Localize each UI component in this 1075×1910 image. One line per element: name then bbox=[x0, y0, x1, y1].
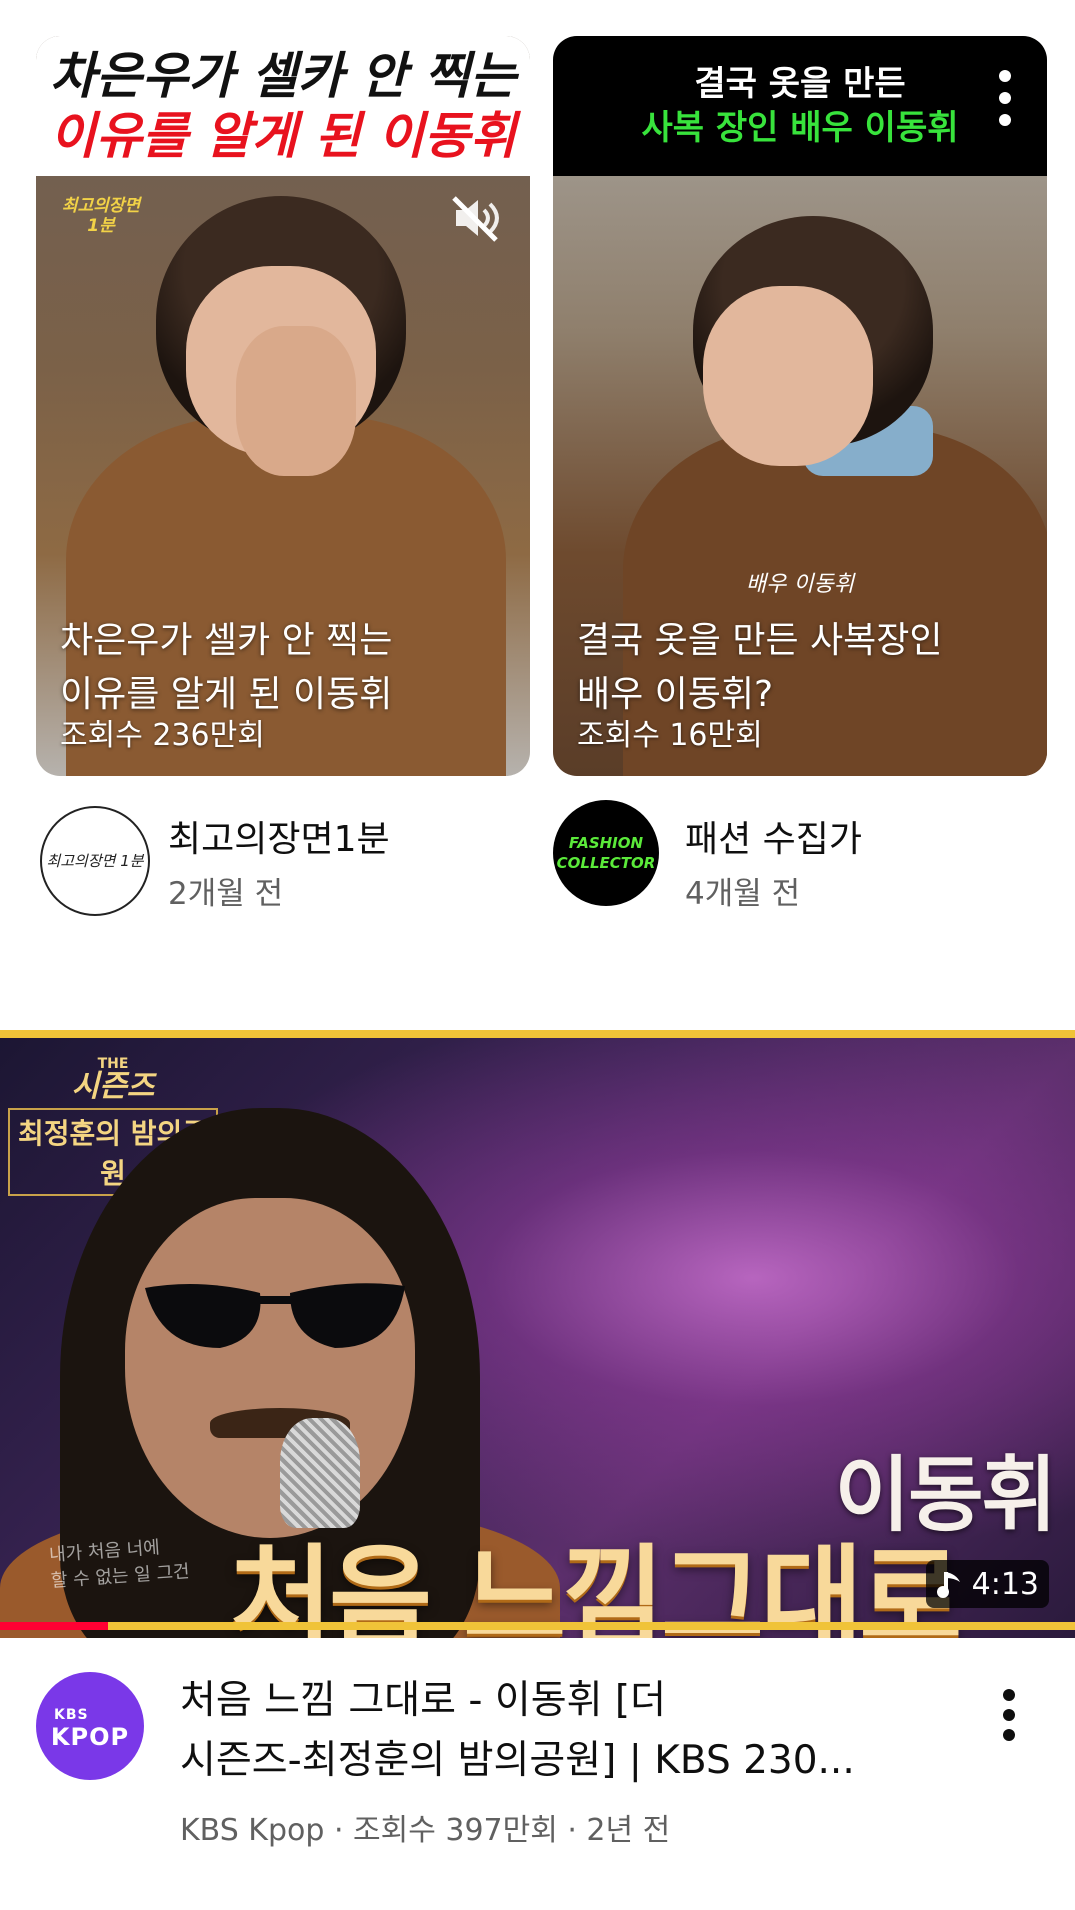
short-banner: 결국 옷을 만든 사복 장인 배우 이동휘 bbox=[553, 36, 1047, 176]
short-views: 조회수 16만회 bbox=[577, 718, 763, 753]
short-card-1[interactable]: 차은우가 셀카 안 찍는 이유를 알게 된 이동휘 최고의장면 1분 차은우가 … bbox=[36, 36, 530, 776]
channel-name[interactable]: 패션 수집가 bbox=[685, 810, 862, 862]
overlay-tag: 배우 이동휘 bbox=[745, 572, 855, 597]
more-vert-icon[interactable] bbox=[997, 1687, 1021, 1743]
banner-line-1: 차은우가 셀카 안 찍는 bbox=[49, 47, 517, 105]
watch-progress-fill bbox=[0, 1622, 108, 1630]
thumb-lyric: 내가 처음 너에 할 수 없는 일 그건 bbox=[48, 1537, 191, 1592]
video-thumbnail[interactable]: THE 시즌즈 최정훈의 밤의공원 내가 처음 너에 할 수 없는 일 그건 이… bbox=[0, 1030, 1075, 1638]
channel-avatar[interactable]: 최고의장면 1분 bbox=[40, 806, 150, 916]
mute-icon[interactable] bbox=[446, 190, 502, 246]
video-title[interactable]: 처음 느낌 그대로 - 이동휘 [더 시즌즈-최정훈의 밤의공원] | KBS … bbox=[180, 1671, 970, 1791]
face-shape bbox=[125, 1198, 415, 1538]
duration-badge: 4:13 bbox=[925, 1560, 1049, 1608]
short-views: 조회수 236만회 bbox=[60, 718, 265, 753]
sunglasses-shape bbox=[145, 1283, 405, 1348]
banner-line-2: 이유를 알게 된 이동휘 bbox=[49, 107, 517, 165]
channel-avatar[interactable]: KBS KPOP bbox=[36, 1672, 144, 1780]
face-shape bbox=[703, 286, 873, 466]
music-note-icon bbox=[936, 1572, 960, 1598]
duration-text: 4:13 bbox=[971, 1566, 1039, 1602]
upload-time: 4개월 전 bbox=[685, 876, 801, 912]
banner-line-2: 사복 장인 배우 이동휘 bbox=[641, 108, 959, 148]
channel-avatar[interactable]: FASHION COLLECTOR bbox=[553, 800, 659, 906]
upload-time: 2개월 전 bbox=[168, 876, 284, 912]
short-banner: 차은우가 셀카 안 찍는 이유를 알게 된 이동휘 bbox=[36, 36, 530, 176]
avatar-line-2: KPOP bbox=[50, 1723, 130, 1751]
channel-name[interactable]: 최고의장면1분 bbox=[168, 810, 390, 862]
hand-shape bbox=[236, 326, 356, 476]
thumb-song-title: 처음 느낌그대로 bbox=[230, 1534, 962, 1638]
watch-progress-bar bbox=[0, 1622, 1075, 1630]
short-card-2[interactable]: 결국 옷을 만든 사복 장인 배우 이동휘 배우 이동휘 결국 옷을 만든 사복… bbox=[553, 36, 1047, 776]
short-title: 결국 옷을 만든 사복장인 배우 이동휘? bbox=[577, 620, 943, 715]
channel-tag: 최고의장면 1분 bbox=[61, 196, 141, 236]
video-subtitle: KBS Kpop · 조회수 397만회 · 2년 전 bbox=[180, 1813, 671, 1848]
video-meta: KBS KPOP 처음 느낌 그대로 - 이동휘 [더 시즌즈-최정훈의 밤의공… bbox=[0, 1665, 1075, 1865]
show-logo-main: 시즌즈 bbox=[71, 1069, 155, 1104]
more-vert-icon[interactable] bbox=[993, 66, 1017, 130]
banner-line-1: 결국 옷을 만든 bbox=[694, 64, 906, 104]
short-title: 차은우가 셀카 안 찍는 이유를 알게 된 이동휘 bbox=[60, 620, 393, 715]
